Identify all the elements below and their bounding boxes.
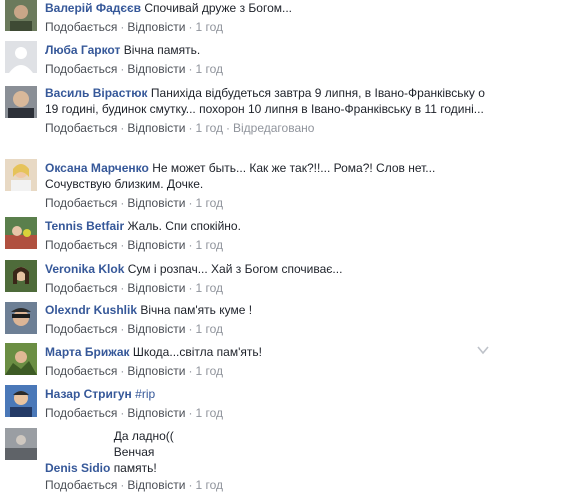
avatar[interactable]: [5, 86, 37, 118]
reply-button[interactable]: Відповісти: [127, 364, 185, 378]
like-button[interactable]: Подобається: [45, 121, 117, 135]
comment-timestamp[interactable]: 1 год: [195, 196, 223, 210]
like-button[interactable]: Подобається: [45, 322, 117, 336]
comment-text: Сум і розпач... Хай з Богом спочиває...: [127, 262, 343, 276]
like-button[interactable]: Подобається: [45, 20, 117, 34]
comment-author[interactable]: Veronika Klok: [45, 262, 124, 276]
comment-timestamp[interactable]: 1 год: [195, 364, 223, 378]
comment-timestamp[interactable]: 1 год: [195, 478, 223, 492]
reply-button[interactable]: Відповісти: [127, 238, 185, 252]
separator: ·: [188, 364, 193, 378]
comment-author[interactable]: Оксана Марченко: [45, 161, 149, 175]
like-button[interactable]: Подобається: [45, 62, 117, 76]
avatar[interactable]: [5, 302, 37, 334]
separator: ·: [188, 62, 193, 76]
comment-text: Вічна память.: [123, 43, 201, 57]
separator: ·: [188, 20, 193, 34]
edited-label[interactable]: Відредаговано: [233, 121, 314, 135]
comment-text: Жаль. Спи спокійно.: [127, 219, 241, 233]
separator: ·: [120, 196, 125, 210]
like-button[interactable]: Подобається: [45, 238, 117, 252]
chevron-down-icon[interactable]: [476, 343, 490, 357]
reply-button[interactable]: Відповісти: [127, 406, 185, 420]
comment-timestamp[interactable]: 1 год: [195, 406, 223, 420]
separator: ·: [188, 238, 193, 252]
reply-button[interactable]: Відповісти: [127, 20, 185, 34]
separator: ·: [188, 121, 193, 135]
avatar[interactable]: [5, 343, 37, 375]
separator: ·: [120, 478, 125, 492]
comment-timestamp[interactable]: 1 год: [195, 281, 223, 295]
separator: ·: [120, 322, 125, 336]
comment-author[interactable]: Назар Стригун: [45, 387, 132, 401]
comment-timestamp[interactable]: 1 год: [195, 121, 223, 135]
scrollbar[interactable]: [550, 0, 564, 473]
separator: ·: [120, 20, 125, 34]
separator: ·: [188, 406, 193, 420]
avatar[interactable]: [5, 385, 37, 417]
avatar[interactable]: [5, 217, 37, 249]
avatar[interactable]: [5, 260, 37, 292]
separator: ·: [120, 406, 125, 420]
comments-feed: Валерій Фадєєв Спочивай друже з Богом...…: [0, 0, 564, 492]
avatar[interactable]: [5, 41, 37, 73]
reply-button[interactable]: Відповісти: [127, 478, 185, 492]
separator: ·: [188, 478, 193, 492]
separator: ·: [188, 281, 193, 295]
comment-text: Да ладно(( Венчая память!: [113, 429, 174, 475]
comment-author[interactable]: Люба Гаркот: [45, 43, 120, 57]
separator: ·: [226, 121, 230, 135]
comment-author[interactable]: Валерій Фадєєв: [45, 1, 141, 15]
like-button[interactable]: Подобається: [45, 196, 117, 210]
separator: ·: [120, 62, 125, 76]
reply-button[interactable]: Відповісти: [127, 196, 185, 210]
comment-author[interactable]: Olexndr Kushlik: [45, 303, 137, 317]
comment-author[interactable]: Василь Вірастюк: [45, 86, 148, 100]
like-button[interactable]: Подобається: [45, 281, 117, 295]
comment-timestamp[interactable]: 1 год: [195, 238, 223, 252]
comment-timestamp[interactable]: 1 год: [195, 322, 223, 336]
like-button[interactable]: Подобається: [45, 364, 117, 378]
comment-author[interactable]: Tennis Betfair: [45, 219, 124, 233]
reply-button[interactable]: Відповісти: [127, 281, 185, 295]
separator: ·: [188, 196, 193, 210]
comment-timestamp[interactable]: 1 год: [195, 62, 223, 76]
avatar[interactable]: [5, 159, 37, 191]
avatar[interactable]: [5, 428, 37, 460]
avatar[interactable]: [5, 0, 37, 31]
comment-text: Вічна пам'ять куме !: [140, 303, 253, 317]
reply-button[interactable]: Відповісти: [127, 322, 185, 336]
like-button[interactable]: Подобається: [45, 406, 117, 420]
comment-text: Спочивай друже з Богом...: [144, 1, 292, 15]
reply-button[interactable]: Відповісти: [127, 62, 185, 76]
like-button[interactable]: Подобається: [45, 478, 117, 492]
separator: ·: [120, 121, 125, 135]
reply-button[interactable]: Відповісти: [127, 121, 185, 135]
separator: ·: [120, 281, 125, 295]
separator: ·: [188, 322, 193, 336]
separator: ·: [120, 238, 125, 252]
separator: ·: [120, 364, 125, 378]
comment-text: Шкода...світла пам'ять!: [132, 345, 262, 359]
comment-timestamp[interactable]: 1 год: [195, 20, 223, 34]
comment-author[interactable]: Марта Брижак: [45, 345, 130, 359]
comment-text[interactable]: #rip: [135, 387, 155, 401]
